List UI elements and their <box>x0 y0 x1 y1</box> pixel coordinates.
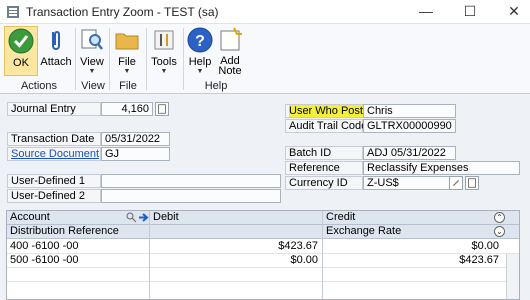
magnifier-icon <box>81 29 103 50</box>
column-header-credit[interactable]: Credit <box>323 211 493 224</box>
help-icon: ? <box>187 27 213 53</box>
table-row-empty[interactable] <box>7 268 519 282</box>
grid-header-row-2: Distribution Reference Exchange Rate ⌄ <box>7 225 519 239</box>
user-defined-2-field[interactable] <box>101 189 281 203</box>
arrow-right-icon[interactable] <box>138 212 149 223</box>
user-defined-2-label: User-Defined 2 <box>7 189 101 203</box>
note-icon[interactable] <box>155 102 169 116</box>
user-who-posted-label: User Who Posted <box>285 104 376 118</box>
user-defined-1-label: User-Defined 1 <box>7 174 101 188</box>
group-separator <box>75 28 76 90</box>
reference-field[interactable]: Reclassify Expenses <box>363 161 520 175</box>
column-header-account[interactable]: Account <box>7 211 127 224</box>
app-icon <box>7 6 19 18</box>
svg-text:?: ? <box>195 33 205 50</box>
expand-icon[interactable]: ⌄ <box>494 226 505 237</box>
group-separator <box>109 28 110 90</box>
chevron-down-icon: ▼ <box>196 68 204 75</box>
transaction-date-label: Transaction Date <box>7 132 101 146</box>
view-button[interactable]: View ▼ <box>78 26 106 76</box>
table-row-empty[interactable] <box>7 282 519 296</box>
group-label-help: Help <box>204 80 228 92</box>
group-separator <box>183 28 184 90</box>
column-header-debit[interactable]: Debit <box>150 211 320 224</box>
batch-id-label: Batch ID <box>285 146 363 160</box>
row-account[interactable]: 400 -6100 -00 <box>7 240 147 253</box>
currency-id-field[interactable]: Z-US$ <box>363 176 456 190</box>
column-divider <box>149 211 150 299</box>
add-note-button[interactable]: Add Note <box>215 26 245 77</box>
batch-id-field[interactable]: ADJ 05/31/2022 <box>363 146 456 160</box>
row-debit[interactable]: $0.00 <box>150 254 322 267</box>
grid-header-row-1: Account Debit Credit ⌃ <box>7 211 519 225</box>
source-document-link[interactable]: Source Document <box>11 148 99 160</box>
journal-entry-field[interactable]: 4,160 <box>101 102 153 116</box>
group-separator <box>146 28 147 90</box>
tools-button[interactable]: Tools ▼ <box>150 26 178 76</box>
lookup-icon[interactable] <box>126 212 137 223</box>
table-row[interactable]: 500 -6100 -00 $0.00 $423.67 <box>7 254 519 268</box>
window-title: Transaction Entry Zoom - TEST (sa) <box>26 5 219 19</box>
chevron-down-icon: ▼ <box>123 68 131 75</box>
row-account[interactable]: 500 -6100 -00 <box>7 254 147 267</box>
row-credit[interactable]: $423.67 <box>323 254 503 267</box>
help-button[interactable]: ? Help ▼ <box>186 26 214 76</box>
tools-icon <box>154 30 174 50</box>
user-defined-1-field[interactable] <box>101 174 281 188</box>
source-document-field[interactable]: GJ <box>101 147 170 161</box>
currency-id-label: Currency ID <box>285 176 363 190</box>
column-header-distribution-reference[interactable]: Distribution Reference <box>7 225 317 238</box>
file-button[interactable]: File ▼ <box>113 26 141 76</box>
close-button[interactable]: ✕ <box>500 2 528 22</box>
note-icon[interactable] <box>465 176 479 190</box>
column-divider <box>322 211 323 299</box>
grid-scrollbar[interactable] <box>506 254 519 299</box>
maximize-button[interactable]: ☐ <box>456 2 484 22</box>
user-who-posted-field[interactable]: Chris <box>363 104 456 118</box>
currency-lookup-icon[interactable] <box>449 176 463 190</box>
chevron-down-icon: ▼ <box>88 68 96 75</box>
paperclip-icon <box>52 31 60 50</box>
source-document-label[interactable]: Source Document <box>7 147 101 161</box>
row-debit[interactable]: $423.67 <box>150 240 322 253</box>
ok-button[interactable]: OK <box>4 26 38 76</box>
group-label-file: File <box>119 80 137 92</box>
minimize-button[interactable]: — <box>412 2 440 22</box>
check-circle-icon <box>8 28 34 54</box>
reference-label: Reference <box>285 161 363 175</box>
attach-button[interactable]: Attach <box>40 26 72 76</box>
audit-trail-code-label: Audit Trail Code <box>285 119 367 133</box>
table-row[interactable]: 400 -6100 -00 $423.67 $0.00 <box>7 240 519 254</box>
note-icon <box>220 27 242 51</box>
title-bar: Transaction Entry Zoom - TEST (sa) — ☐ ✕ <box>0 0 530 24</box>
column-header-exchange-rate[interactable]: Exchange Rate <box>323 225 493 238</box>
group-label-view: View <box>81 80 105 92</box>
group-label-actions: Actions <box>20 80 58 92</box>
form-area: Journal Entry 4,160 Transaction Date 05/… <box>0 95 530 207</box>
transaction-date-field[interactable]: 05/31/2022 <box>101 132 170 146</box>
distribution-grid: Account Debit Credit ⌃ Distribution Refe… <box>6 210 520 300</box>
folder-icon <box>115 33 139 50</box>
ribbon-toolbar: OK Attach View ▼ File ▼ Tools ▼ ? Help ▼… <box>0 24 530 94</box>
chevron-down-icon: ▼ <box>160 68 168 75</box>
collapse-icon[interactable]: ⌃ <box>494 212 505 223</box>
journal-entry-label: Journal Entry <box>7 102 101 116</box>
audit-trail-code-field[interactable]: GLTRX00000990 <box>363 119 456 133</box>
row-credit[interactable]: $0.00 <box>323 240 503 253</box>
